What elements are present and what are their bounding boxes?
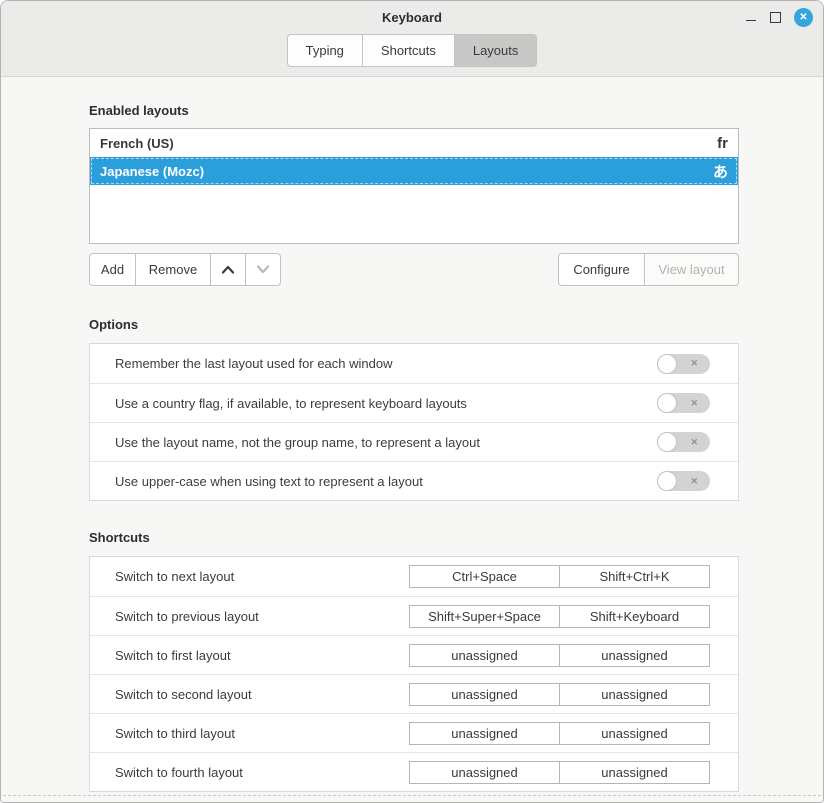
window-header: Keyboard ✕ Typing Shortcuts Layouts — [1, 1, 823, 77]
layouts-page: Enabled layouts French (US) fr Japanese … — [1, 77, 823, 803]
shortcut-binding-button[interactable]: unassigned — [559, 683, 710, 706]
add-layout-button[interactable]: Add — [89, 253, 136, 286]
option-label: Remember the last layout used for each w… — [115, 356, 657, 371]
tab-bar: Typing Shortcuts Layouts — [1, 34, 823, 67]
toggle-knob — [657, 393, 677, 413]
move-layout-up-button[interactable] — [210, 253, 246, 286]
move-layout-down-button[interactable] — [245, 253, 281, 286]
toggle-knob — [657, 432, 677, 452]
shortcut-label: Switch to first layout — [115, 648, 409, 663]
titlebar[interactable]: Keyboard ✕ — [1, 1, 823, 34]
toggle-off-icon: ✕ — [690, 471, 698, 491]
shortcut-binding-button[interactable]: unassigned — [559, 761, 710, 784]
shortcut-row-first-layout: Switch to first layout unassigned unassi… — [90, 635, 738, 674]
maximize-button[interactable] — [770, 12, 781, 23]
shortcut-binding-button[interactable]: Shift+Super+Space — [409, 605, 560, 628]
toggle-upper-case[interactable]: ✕ — [657, 471, 710, 491]
options-box: Remember the last layout used for each w… — [89, 343, 739, 501]
chevron-up-icon — [221, 265, 235, 274]
tab-typing[interactable]: Typing — [287, 34, 363, 67]
toggle-remember-layout[interactable]: ✕ — [657, 354, 710, 374]
shortcut-binding-button[interactable]: Shift+Keyboard — [559, 605, 710, 628]
shortcut-bindings: unassigned unassigned — [409, 683, 710, 706]
shortcut-label: Switch to second layout — [115, 687, 409, 702]
shortcut-label: Switch to third layout — [115, 726, 409, 741]
option-row-remember-layout: Remember the last layout used for each w… — [90, 344, 738, 383]
chevron-down-icon — [256, 265, 270, 274]
toggle-off-icon: ✕ — [690, 393, 698, 413]
shortcut-label: Switch to next layout — [115, 569, 409, 584]
toggle-knob — [657, 354, 677, 374]
shortcut-row-second-layout: Switch to second layout unassigned unass… — [90, 674, 738, 713]
shortcut-bindings: unassigned unassigned — [409, 722, 710, 745]
minimize-button[interactable] — [745, 12, 757, 24]
shortcut-bindings: unassigned unassigned — [409, 644, 710, 667]
option-label: Use the layout name, not the group name,… — [115, 435, 657, 450]
option-label: Use a country flag, if available, to rep… — [115, 396, 657, 411]
layout-row-japanese[interactable]: Japanese (Mozc) あ — [90, 157, 738, 185]
layout-indicator: fr — [717, 135, 728, 152]
shortcuts-box: Switch to next layout Ctrl+Space Shift+C… — [89, 556, 739, 792]
toggle-country-flag[interactable]: ✕ — [657, 393, 710, 413]
option-row-layout-name: Use the layout name, not the group name,… — [90, 422, 738, 461]
shortcut-label: Switch to previous layout — [115, 609, 409, 624]
remove-layout-button[interactable]: Remove — [135, 253, 211, 286]
close-button[interactable]: ✕ — [794, 8, 813, 27]
tab-shortcuts[interactable]: Shortcuts — [362, 34, 455, 67]
shortcut-binding-button[interactable]: Ctrl+Space — [409, 565, 560, 588]
shortcut-row-third-layout: Switch to third layout unassigned unassi… — [90, 713, 738, 752]
shortcut-row-previous-layout: Switch to previous layout Shift+Super+Sp… — [90, 596, 738, 635]
tab-layouts[interactable]: Layouts — [454, 34, 538, 67]
close-icon: ✕ — [799, 12, 807, 23]
layout-name: French (US) — [100, 136, 717, 151]
options-title: Options — [89, 317, 138, 332]
shortcut-binding-button[interactable]: Shift+Ctrl+K — [559, 565, 710, 588]
shortcut-binding-button[interactable]: unassigned — [409, 683, 560, 706]
shortcut-binding-button[interactable]: unassigned — [409, 722, 560, 745]
toggle-off-icon: ✕ — [690, 432, 698, 452]
layout-indicator: あ — [713, 161, 728, 182]
shortcut-binding-button[interactable]: unassigned — [559, 722, 710, 745]
enabled-layouts-title: Enabled layouts — [89, 103, 189, 118]
toggle-knob — [657, 471, 677, 491]
option-label: Use upper-case when using text to repres… — [115, 474, 657, 489]
enabled-layouts-list: French (US) fr Japanese (Mozc) あ — [89, 128, 739, 244]
keyboard-settings-window: Keyboard ✕ Typing Shortcuts Layouts Enab… — [0, 0, 824, 803]
shortcut-bindings: unassigned unassigned — [409, 761, 710, 784]
toggle-layout-name[interactable]: ✕ — [657, 432, 710, 452]
shortcut-label: Switch to fourth layout — [115, 765, 409, 780]
layout-row-french[interactable]: French (US) fr — [90, 129, 738, 157]
configure-button[interactable]: Configure — [558, 253, 645, 286]
toggle-off-icon: ✕ — [690, 354, 698, 374]
shortcut-binding-button[interactable]: unassigned — [409, 761, 560, 784]
shortcuts-title: Shortcuts — [89, 530, 150, 545]
shortcut-row-fourth-layout: Switch to fourth layout unassigned unass… — [90, 752, 738, 791]
window-controls: ✕ — [745, 1, 813, 34]
option-row-country-flag: Use a country flag, if available, to rep… — [90, 383, 738, 422]
layout-name: Japanese (Mozc) — [100, 164, 713, 179]
view-layout-button[interactable]: View layout — [644, 253, 739, 286]
layout-action-buttons: Configure View layout — [558, 253, 739, 286]
layout-list-buttons: Add Remove — [89, 253, 281, 286]
shortcut-row-next-layout: Switch to next layout Ctrl+Space Shift+C… — [90, 557, 738, 596]
shortcut-binding-button[interactable]: unassigned — [559, 644, 710, 667]
window-title: Keyboard — [1, 10, 823, 25]
shortcut-binding-button[interactable]: unassigned — [409, 644, 560, 667]
shortcut-bindings: Shift+Super+Space Shift+Keyboard — [409, 605, 710, 628]
option-row-upper-case: Use upper-case when using text to repres… — [90, 461, 738, 500]
shortcut-bindings: Ctrl+Space Shift+Ctrl+K — [409, 565, 710, 588]
scroll-undershoot-indicator — [3, 795, 821, 796]
